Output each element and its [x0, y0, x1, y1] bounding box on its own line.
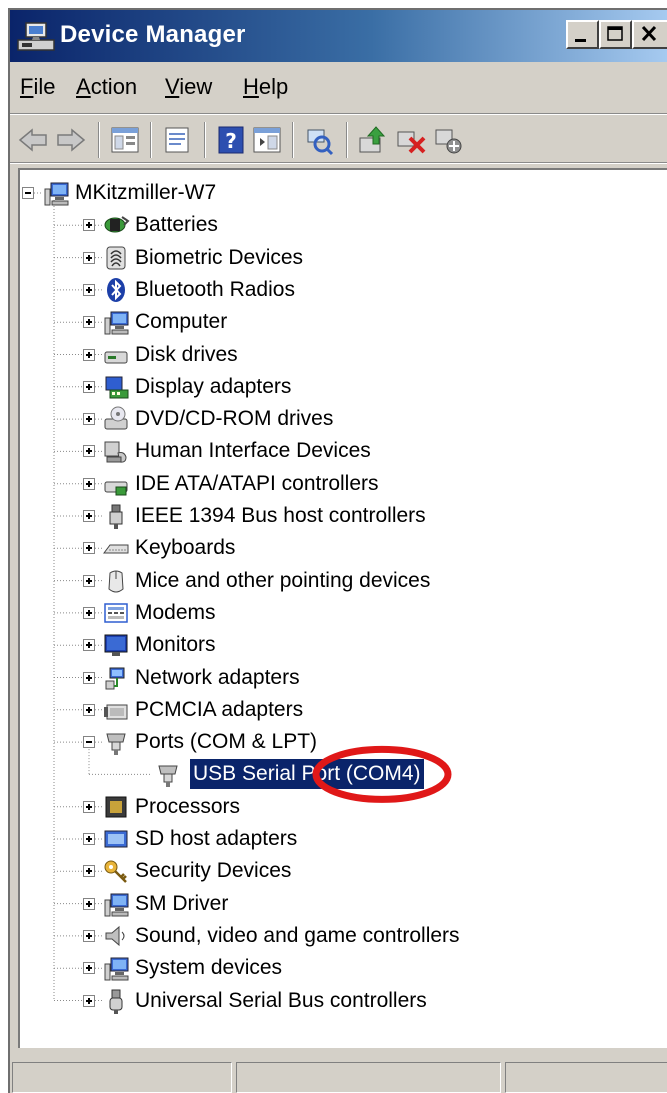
usb-icon: [109, 989, 123, 1014]
status-pane-3: [505, 1062, 667, 1093]
tree-item-label[interactable]: System devices: [135, 953, 282, 983]
tree-item-label[interactable]: Biometric Devices: [135, 243, 303, 273]
sd-adapter-icon: [104, 830, 128, 848]
window-title: Device Manager: [60, 21, 246, 48]
menu-file[interactable]: File: [20, 74, 55, 100]
firewire-icon: [109, 504, 123, 529]
minimize-icon: [575, 39, 586, 42]
show-hide-console-tree-icon[interactable]: [108, 124, 142, 156]
device-manager-window: Device Manager File Action View Help ? M…: [8, 8, 667, 1093]
computer-icon: [104, 957, 129, 981]
keyboard-icon: [103, 544, 129, 554]
scan-hardware-changes-icon[interactable]: [302, 124, 336, 156]
status-pane-1: [12, 1062, 232, 1093]
battery-icon: [104, 216, 130, 233]
device-tree: MKitzmiller-W7 Batteries Biometric Devices…: [18, 168, 667, 1048]
toolbar-separator: [292, 122, 294, 158]
help-icon[interactable]: ?: [214, 124, 248, 156]
hid-icon: [104, 441, 127, 464]
maximize-icon: [607, 26, 623, 41]
tree-item-label[interactable]: Security Devices: [135, 856, 291, 886]
tree-item-label[interactable]: USB Serial Port (COM4): [190, 759, 424, 790]
port-icon: [158, 765, 178, 788]
disk-drive-icon: [104, 351, 128, 363]
tree-item-label[interactable]: DVD/CD-ROM drives: [135, 404, 333, 434]
tree-item-label[interactable]: Disk drives: [135, 340, 238, 370]
toolbar-separator: [150, 122, 152, 158]
menu-bar: File Action View Help: [10, 64, 667, 114]
status-bar: [10, 1058, 667, 1093]
network-adapter-icon: [105, 667, 125, 689]
bluetooth-icon: [107, 277, 125, 302]
tree-item-label[interactable]: Display adapters: [135, 372, 291, 402]
menu-view[interactable]: View: [165, 74, 212, 100]
tree-item-label[interactable]: Computer: [135, 307, 227, 337]
display-adapter-icon: [105, 376, 129, 399]
mouse-icon: [108, 570, 124, 593]
tree-item-label[interactable]: SD host adapters: [135, 824, 297, 854]
tree-item-label[interactable]: MKitzmiller-W7: [75, 178, 216, 208]
device-manager-icon: [17, 22, 55, 51]
speaker-icon: [105, 925, 125, 946]
tree-item-label[interactable]: SM Driver: [135, 889, 228, 919]
port-icon: [106, 733, 126, 756]
close-button[interactable]: [632, 20, 667, 49]
properties-icon[interactable]: [160, 124, 194, 156]
tree-item-label[interactable]: Monitors: [135, 630, 216, 660]
tree-item-label[interactable]: Universal Serial Bus controllers: [135, 986, 427, 1016]
modem-icon: [104, 603, 128, 623]
tree-item-label[interactable]: IDE ATA/ATAPI controllers: [135, 469, 379, 499]
tree-item-label[interactable]: Processors: [135, 792, 240, 822]
security-key-icon: [104, 860, 127, 884]
tree-item-label[interactable]: Batteries: [135, 210, 218, 240]
computer-icon: [44, 182, 69, 206]
toolbar-separator: [98, 122, 100, 158]
tree-item-label[interactable]: Mice and other pointing devices: [135, 566, 430, 596]
tree-item-label[interactable]: Keyboards: [135, 533, 235, 563]
toolbar: ?: [10, 116, 667, 164]
toolbar-bottom-separator: [10, 162, 667, 164]
tree-item-label[interactable]: IEEE 1394 Bus host controllers: [135, 501, 426, 531]
tree-item-label[interactable]: PCMCIA adapters: [135, 695, 303, 725]
fingerprint-icon: [106, 246, 126, 270]
title-bar[interactable]: Device Manager: [10, 10, 667, 62]
maximize-button[interactable]: [599, 20, 632, 49]
disable-device-icon[interactable]: [432, 124, 466, 156]
menu-action[interactable]: Action: [76, 74, 137, 100]
tree-item-label[interactable]: Bluetooth Radios: [135, 275, 295, 305]
show-action-pane-icon[interactable]: [250, 124, 284, 156]
status-pane-2: [236, 1062, 501, 1093]
computer-icon: [104, 311, 129, 335]
back-arrow-icon[interactable]: [16, 124, 50, 156]
pcmcia-icon: [104, 704, 128, 720]
dvd-drive-icon: [104, 406, 128, 430]
ide-controller-icon: [104, 481, 128, 496]
tree-item-label[interactable]: Network adapters: [135, 663, 300, 693]
menu-separator: [10, 113, 667, 115]
tree-item-label[interactable]: Human Interface Devices: [135, 436, 371, 466]
uninstall-device-icon[interactable]: [394, 124, 428, 156]
forward-arrow-icon[interactable]: [54, 124, 88, 156]
monitor-icon: [104, 634, 128, 657]
update-driver-icon[interactable]: [356, 124, 390, 156]
toolbar-separator: [346, 122, 348, 158]
tree-item-label[interactable]: Ports (COM & LPT): [135, 727, 317, 757]
processor-icon: [105, 796, 127, 818]
menu-help[interactable]: Help: [243, 74, 288, 100]
svg-text:?: ?: [225, 129, 237, 153]
close-icon: [641, 25, 657, 42]
tree-item-label[interactable]: Sound, video and game controllers: [135, 921, 460, 951]
toolbar-separator: [204, 122, 206, 158]
tree-item-label[interactable]: Modems: [135, 598, 216, 628]
computer-icon: [104, 893, 129, 917]
minimize-button[interactable]: [566, 20, 599, 49]
